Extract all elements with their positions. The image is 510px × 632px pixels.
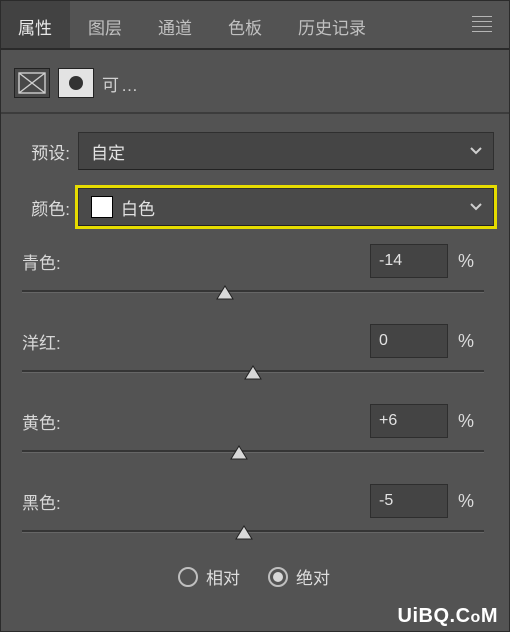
- preset-value: 自定: [91, 139, 125, 164]
- properties-content: 预设: 自定 颜色: 白色 青色:%洋红:%黄色:%黑色:% 相对 绝对: [0, 118, 510, 603]
- color-swatch: [91, 196, 113, 218]
- percent-label: %: [448, 491, 484, 512]
- adjustment-title: 可…: [102, 71, 140, 96]
- tab-swatches[interactable]: 色板: [210, 0, 280, 48]
- colors-value: 白色: [121, 195, 155, 220]
- preset-row: 预设: 自定: [14, 132, 494, 170]
- radio-label: 相对: [206, 564, 240, 589]
- slider-value-input[interactable]: [370, 244, 448, 278]
- tab-properties[interactable]: 属性: [0, 0, 70, 48]
- percent-label: %: [448, 251, 484, 272]
- percent-label: %: [448, 411, 484, 432]
- adjustment-header: 可…: [0, 50, 510, 108]
- preset-label: 预设:: [14, 139, 70, 164]
- tab-layers[interactable]: 图层: [70, 0, 140, 48]
- slider-magenta: 洋红:%: [22, 324, 484, 386]
- slider-label: 黑色:: [22, 489, 370, 514]
- slider-handle[interactable]: [230, 445, 248, 460]
- tab-history[interactable]: 历史记录: [280, 0, 384, 48]
- slider-label: 洋红:: [22, 329, 370, 354]
- slider-value-input[interactable]: [370, 484, 448, 518]
- watermark: UiBQ.CoM: [398, 605, 498, 628]
- radio-icon: [268, 567, 288, 587]
- slider-label: 青色:: [22, 249, 370, 274]
- panel-menu-icon[interactable]: [454, 0, 510, 48]
- slider-label: 黄色:: [22, 409, 370, 434]
- method-absolute[interactable]: 绝对: [268, 564, 330, 589]
- slider-black: 黑色:%: [22, 484, 484, 546]
- slider-value-input[interactable]: [370, 404, 448, 438]
- slider-yellow: 黄色:%: [22, 404, 484, 466]
- radio-label: 绝对: [296, 564, 330, 589]
- slider-value-input[interactable]: [370, 324, 448, 358]
- radio-icon: [178, 567, 198, 587]
- colors-label: 颜色:: [14, 195, 70, 220]
- method-radios: 相对 绝对: [14, 564, 494, 589]
- colors-select[interactable]: 白色: [78, 188, 494, 226]
- chevron-down-icon: [469, 197, 483, 217]
- colors-row: 颜色: 白色: [14, 188, 494, 226]
- slider-handle[interactable]: [216, 285, 234, 300]
- method-relative[interactable]: 相对: [178, 564, 240, 589]
- percent-label: %: [448, 331, 484, 352]
- slider-handle[interactable]: [244, 365, 262, 380]
- slider-track[interactable]: [22, 448, 484, 466]
- mask-icon[interactable]: [58, 68, 94, 98]
- slider-track[interactable]: [22, 288, 484, 306]
- slider-track[interactable]: [22, 528, 484, 546]
- slider-cyan: 青色:%: [22, 244, 484, 306]
- panel-tabs: 属性 图层 通道 色板 历史记录: [0, 0, 510, 50]
- preset-select[interactable]: 自定: [78, 132, 494, 170]
- slider-handle[interactable]: [235, 525, 253, 540]
- selective-color-icon: [14, 68, 50, 98]
- divider: [0, 112, 510, 114]
- chevron-down-icon: [469, 141, 483, 161]
- tab-channels[interactable]: 通道: [140, 0, 210, 48]
- slider-track[interactable]: [22, 368, 484, 386]
